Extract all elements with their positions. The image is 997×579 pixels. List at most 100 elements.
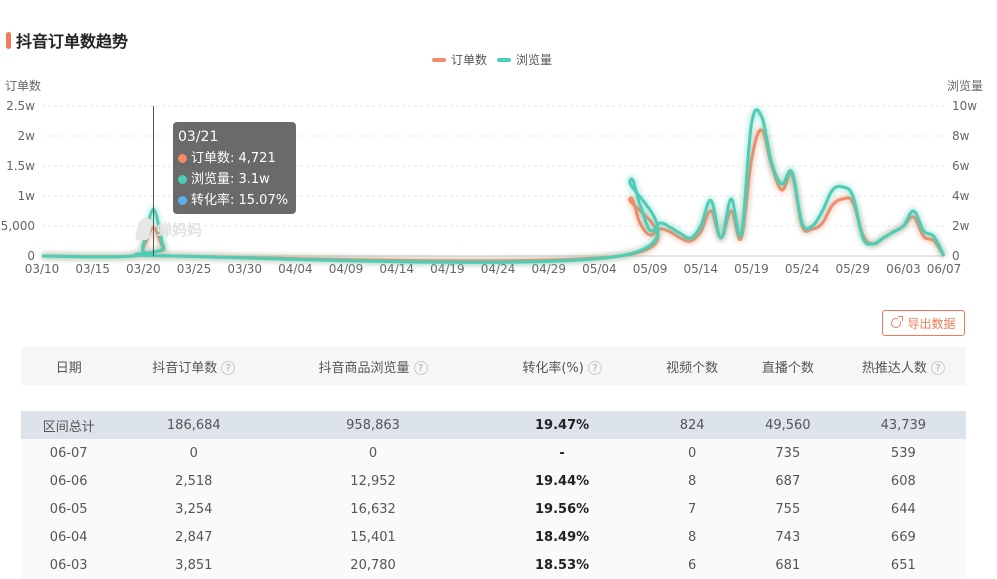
table-row: 06-04 2,847 15,401 18.49% 8 743 669: [21, 523, 966, 551]
table-cell: 743: [734, 523, 841, 551]
table-row: 06-07 0 0-0 735 539: [21, 439, 966, 467]
legend-swatch-1: [497, 58, 511, 62]
table-cell: 8: [649, 467, 735, 495]
x-axis-tick-label: 03/25: [177, 262, 212, 276]
tooltip-dot-rate: [178, 196, 187, 205]
watermark-text: 蝉妈妈: [157, 220, 203, 239]
table-cell: 687: [734, 467, 841, 495]
x-axis-tick-label: 03/20: [126, 262, 161, 276]
table-cell: 8: [649, 523, 735, 551]
table-cell: 43,739: [840, 411, 966, 439]
help-icon[interactable]: ?: [413, 361, 428, 375]
table-header-label: 视频个数: [666, 360, 719, 376]
x-axis-tick-label: 05/14: [683, 262, 718, 276]
table-cell: 669: [840, 523, 966, 551]
table-cell: 824: [649, 411, 735, 439]
table-cell: 2,847: [116, 523, 272, 551]
table-header-label: 热推达人数: [861, 360, 927, 376]
table-header-cell: 直播个数: [734, 347, 841, 385]
trend-chart: 订单数 浏览量 0 05,000 2w1w 4w1.5w 6w2w 8w2.5w 10w订单数…: [1, 52, 983, 276]
left-axis-tick-label: 2.5w: [6, 99, 35, 113]
table-header-cell: 抖音订单数?: [116, 347, 272, 385]
left-axis-tick-label: 0: [27, 249, 35, 263]
x-axis-tick-label: 05/09: [633, 262, 668, 276]
table-cell: 19.44%: [474, 467, 650, 495]
table-header-label: 转化率(%): [522, 360, 584, 376]
table-header-row: 日期 抖音订单数? 抖音商品浏览量? 转化率(%)? 视频个数 直播个数 热推达人数?: [21, 347, 966, 385]
table-cell: 608: [840, 467, 966, 495]
table-cell: 06-06: [21, 467, 117, 495]
x-axis-tick-label: 03/30: [227, 262, 262, 276]
table-cell: 539: [840, 439, 966, 467]
x-axis-tick-label: 06/07: [927, 262, 962, 276]
table-cell: 755: [734, 495, 841, 523]
help-icon[interactable]: ?: [930, 361, 945, 375]
table-cell: 0: [649, 439, 735, 467]
table-cell: 19.56%: [474, 495, 650, 523]
table-cell: 19.47%: [474, 411, 650, 439]
left-axis-tick-label: 5,000: [1, 219, 35, 233]
chart-tooltip: 03/21 订单数: 4,721 浏览量: 3.1w 转化率: 15.07%: [173, 122, 296, 214]
table-header-label: 抖音商品浏览量: [318, 360, 410, 376]
x-axis-tick-label: 03/15: [75, 262, 110, 276]
table-header-cell: 日期: [21, 347, 117, 385]
table-cell: 2,518: [116, 467, 272, 495]
tooltip-row-views-label: 浏览量: 3.1w: [191, 172, 270, 187]
table-spacer: [21, 385, 966, 411]
right-axis-tick-label: 4w: [952, 189, 970, 203]
table-cell: 186,684: [116, 411, 272, 439]
tooltip-dot-views: [178, 175, 187, 184]
tooltip-row-rate-label: 转化率: 15.07%: [191, 193, 289, 208]
chart-legend: 订单数 浏览量: [432, 52, 552, 67]
table-cell: 735: [734, 439, 841, 467]
x-axis-tick-label: 05/19: [734, 262, 769, 276]
legend-label-1: 浏览量: [516, 52, 552, 67]
table-cell: 3,254: [116, 495, 272, 523]
right-axis-tick-label: 2w: [952, 219, 970, 233]
table-cell: 18.49%: [474, 523, 650, 551]
table-cell: 06-05: [21, 495, 117, 523]
table-row: 06-05 3,254 16,632 19.56% 7 755 644: [21, 495, 966, 523]
left-axis-tick-label: 2w: [18, 129, 36, 143]
legend-swatch-0: [432, 58, 446, 62]
help-icon[interactable]: ?: [221, 361, 236, 375]
x-axis-tick-label: 03/10: [25, 262, 60, 276]
right-axis-tick-label: 6w: [952, 159, 970, 173]
table-cell: 49,560: [734, 411, 841, 439]
legend-label-0: 订单数: [451, 52, 487, 67]
help-icon[interactable]: ?: [587, 361, 602, 375]
right-axis-tick-label: 10w: [952, 99, 977, 113]
table-header-cell: 转化率(%)?: [474, 347, 650, 385]
table-row: 06-06 2,518 12,952 19.44% 8 687 608: [21, 467, 966, 495]
table-header-cell: 抖音商品浏览量?: [271, 347, 475, 385]
table-cell: 0: [116, 439, 272, 467]
x-axis-tick-label: 06/03: [886, 262, 921, 276]
data-table: 日期 抖音订单数? 抖音商品浏览量? 转化率(%)? 视频个数 直播个数 热推达人数? 区间…: [21, 347, 966, 579]
export-data-button[interactable]: 导出数据: [882, 310, 965, 336]
tooltip-date: 03/21: [178, 129, 219, 145]
watermark: 蝉妈妈: [134, 218, 203, 240]
watermark-logo-icon: [134, 218, 154, 240]
right-axis-label: 浏览量: [947, 78, 983, 93]
table-total-row: 区间总计 186,684 958,863 19.47% 824 49,560 43,739: [21, 411, 966, 439]
right-axis-tick-label: 8w: [952, 129, 970, 143]
left-axis-label: 订单数: [5, 78, 41, 93]
table-cell: 0: [271, 439, 475, 467]
tooltip-row-views: 浏览量: 3.1w: [178, 169, 296, 190]
table-cell: -: [474, 439, 650, 467]
table-cell: 06-04: [21, 523, 117, 551]
table-cell: 16,632: [271, 495, 475, 523]
table-cell: 06-07: [21, 439, 117, 467]
table-cell: 15,401: [271, 523, 475, 551]
x-axis-tick-label: 05/24: [785, 262, 820, 276]
table-cell: 644: [840, 495, 966, 523]
table-header-label: 日期: [55, 360, 82, 376]
table-spacer-cell: [21, 385, 966, 411]
x-axis-tick-label: 05/04: [582, 262, 617, 276]
table-header-label: 抖音订单数: [152, 360, 218, 376]
tooltip-row-orders-label: 订单数: 4,721: [191, 151, 276, 166]
left-axis-tick-label: 1w: [18, 189, 36, 203]
right-axis-tick-label: 0: [952, 249, 960, 263]
table-cell: 958,863: [271, 411, 475, 439]
export-icon: [891, 316, 904, 328]
